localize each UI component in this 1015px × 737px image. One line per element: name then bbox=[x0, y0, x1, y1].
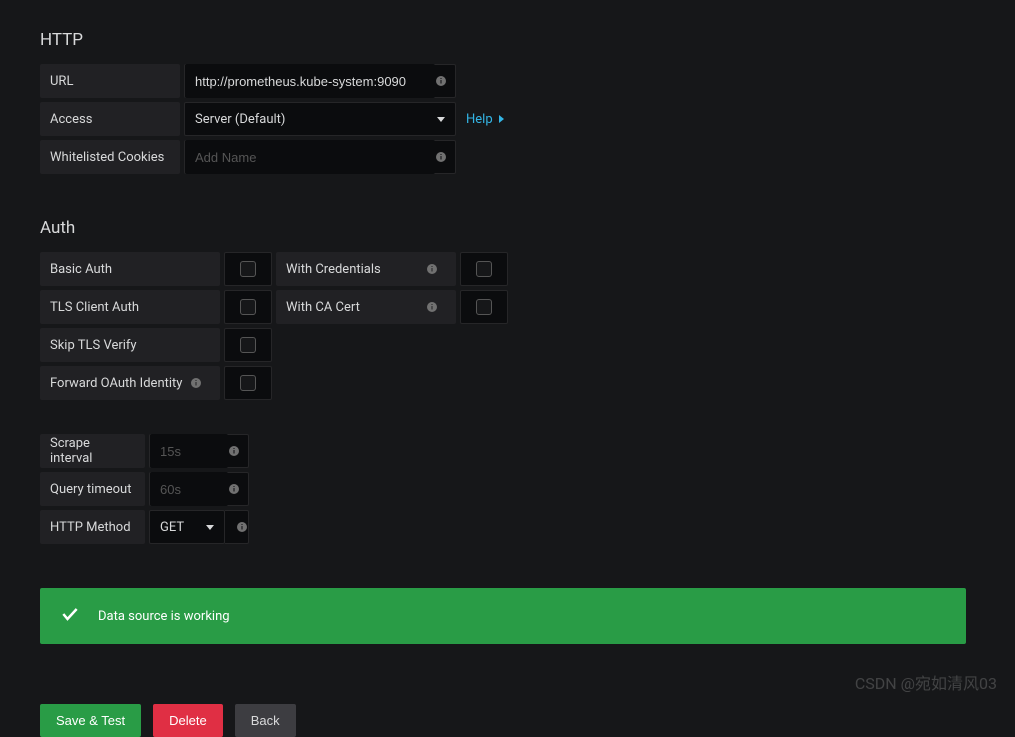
access-select[interactable]: Server (Default) bbox=[184, 102, 456, 136]
access-value: Server (Default) bbox=[195, 112, 285, 127]
scrape-interval-input[interactable] bbox=[150, 434, 228, 468]
info-icon[interactable] bbox=[236, 521, 248, 533]
with-credentials-label: With Credentials bbox=[276, 252, 456, 286]
basic-auth-label: Basic Auth bbox=[40, 252, 220, 286]
help-text: Help bbox=[466, 112, 493, 127]
delete-button[interactable]: Delete bbox=[153, 704, 223, 737]
scrape-input-wrap bbox=[149, 434, 249, 468]
info-icon[interactable] bbox=[190, 377, 210, 389]
query-timeout-label: Query timeout bbox=[40, 472, 145, 506]
check-icon bbox=[60, 604, 80, 628]
skip-tls-checkbox[interactable] bbox=[224, 328, 272, 362]
cookies-input-wrap bbox=[184, 140, 456, 174]
tls-client-auth-checkbox[interactable] bbox=[224, 290, 272, 324]
caret-down-icon bbox=[206, 525, 214, 530]
http-method-select[interactable]: GET bbox=[149, 510, 225, 544]
url-label: URL bbox=[40, 64, 180, 98]
caret-right-icon bbox=[499, 115, 504, 123]
caret-down-icon bbox=[437, 117, 445, 122]
with-ca-cert-checkbox[interactable] bbox=[460, 290, 508, 324]
info-icon[interactable] bbox=[228, 445, 248, 457]
http-section-title: HTTP bbox=[40, 30, 975, 50]
url-input-wrap bbox=[184, 64, 456, 98]
save-test-button[interactable]: Save & Test bbox=[40, 704, 141, 737]
info-icon[interactable] bbox=[435, 75, 455, 87]
with-credentials-checkbox[interactable] bbox=[460, 252, 508, 286]
info-icon[interactable] bbox=[435, 151, 455, 163]
success-alert: Data source is working bbox=[40, 588, 966, 644]
info-icon[interactable] bbox=[426, 263, 446, 275]
watermark: CSDN @宛如清风03 bbox=[855, 670, 997, 694]
http-method-value: GET bbox=[160, 520, 184, 535]
info-icon[interactable] bbox=[426, 301, 446, 313]
cookies-label: Whitelisted Cookies bbox=[40, 140, 180, 174]
access-label: Access bbox=[40, 102, 180, 136]
query-timeout-wrap bbox=[149, 472, 249, 506]
http-method-label: HTTP Method bbox=[40, 510, 145, 544]
info-icon[interactable] bbox=[228, 483, 248, 495]
basic-auth-checkbox[interactable] bbox=[224, 252, 272, 286]
alert-message: Data source is working bbox=[98, 609, 230, 624]
cookies-input[interactable] bbox=[185, 140, 435, 174]
query-timeout-input[interactable] bbox=[150, 472, 228, 506]
tls-client-auth-label: TLS Client Auth bbox=[40, 290, 220, 324]
with-ca-cert-label: With CA Cert bbox=[276, 290, 456, 324]
back-button[interactable]: Back bbox=[235, 704, 296, 737]
forward-oauth-label: Forward OAuth Identity bbox=[40, 366, 220, 400]
scrape-interval-label: Scrape interval bbox=[40, 434, 145, 468]
help-link[interactable]: Help bbox=[456, 102, 514, 136]
skip-tls-label: Skip TLS Verify bbox=[40, 328, 220, 362]
forward-oauth-checkbox[interactable] bbox=[224, 366, 272, 400]
auth-section-title: Auth bbox=[40, 218, 975, 238]
url-input[interactable] bbox=[185, 64, 435, 98]
